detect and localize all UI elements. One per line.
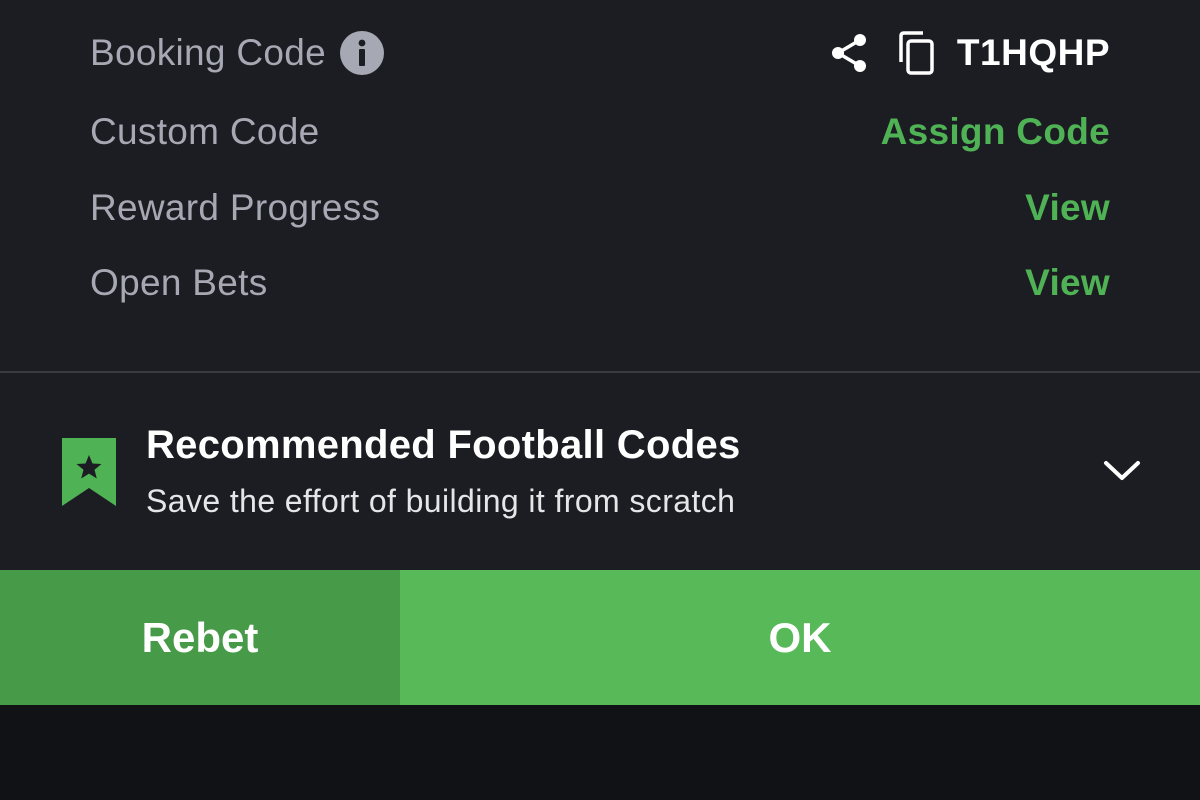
bookmark-star-icon xyxy=(62,438,116,506)
recommended-subtitle: Save the effort of building it from scra… xyxy=(146,483,736,519)
reward-progress-row: Reward Progress View xyxy=(90,178,1110,238)
reward-progress-label: Reward Progress xyxy=(90,187,381,228)
bet-summary-panel: Booking Code T1HQHP Custom Code Assign C… xyxy=(0,0,1200,570)
ok-button[interactable]: OK xyxy=(400,570,1200,705)
assign-code-link[interactable]: Assign Code xyxy=(881,111,1110,153)
recommended-codes-section[interactable]: Recommended Football Codes Save the effo… xyxy=(0,373,1200,570)
share-icon[interactable] xyxy=(827,31,871,75)
open-bets-label: Open Bets xyxy=(90,262,268,303)
action-button-bar: Rebet OK xyxy=(0,570,1200,705)
info-icon[interactable] xyxy=(340,31,385,75)
booking-code-label-group: Booking Code xyxy=(90,31,385,75)
rebet-button[interactable]: Rebet xyxy=(0,570,400,705)
recommended-title: Recommended Football Codes xyxy=(146,423,741,467)
booking-code-row: Booking Code T1HQHP xyxy=(90,23,1110,83)
open-bets-row: Open Bets View xyxy=(90,253,1110,313)
booking-code-value: T1HQHP xyxy=(956,32,1110,73)
booking-code-actions: T1HQHP xyxy=(827,30,1110,76)
custom-code-row: Custom Code Assign Code xyxy=(90,102,1110,162)
copy-icon[interactable] xyxy=(895,30,937,76)
reward-progress-view-link[interactable]: View xyxy=(1025,187,1110,229)
chevron-down-icon[interactable] xyxy=(1100,453,1144,489)
booking-code-label: Booking Code xyxy=(90,32,327,73)
custom-code-label: Custom Code xyxy=(90,111,320,152)
open-bets-view-link[interactable]: View xyxy=(1025,262,1110,304)
